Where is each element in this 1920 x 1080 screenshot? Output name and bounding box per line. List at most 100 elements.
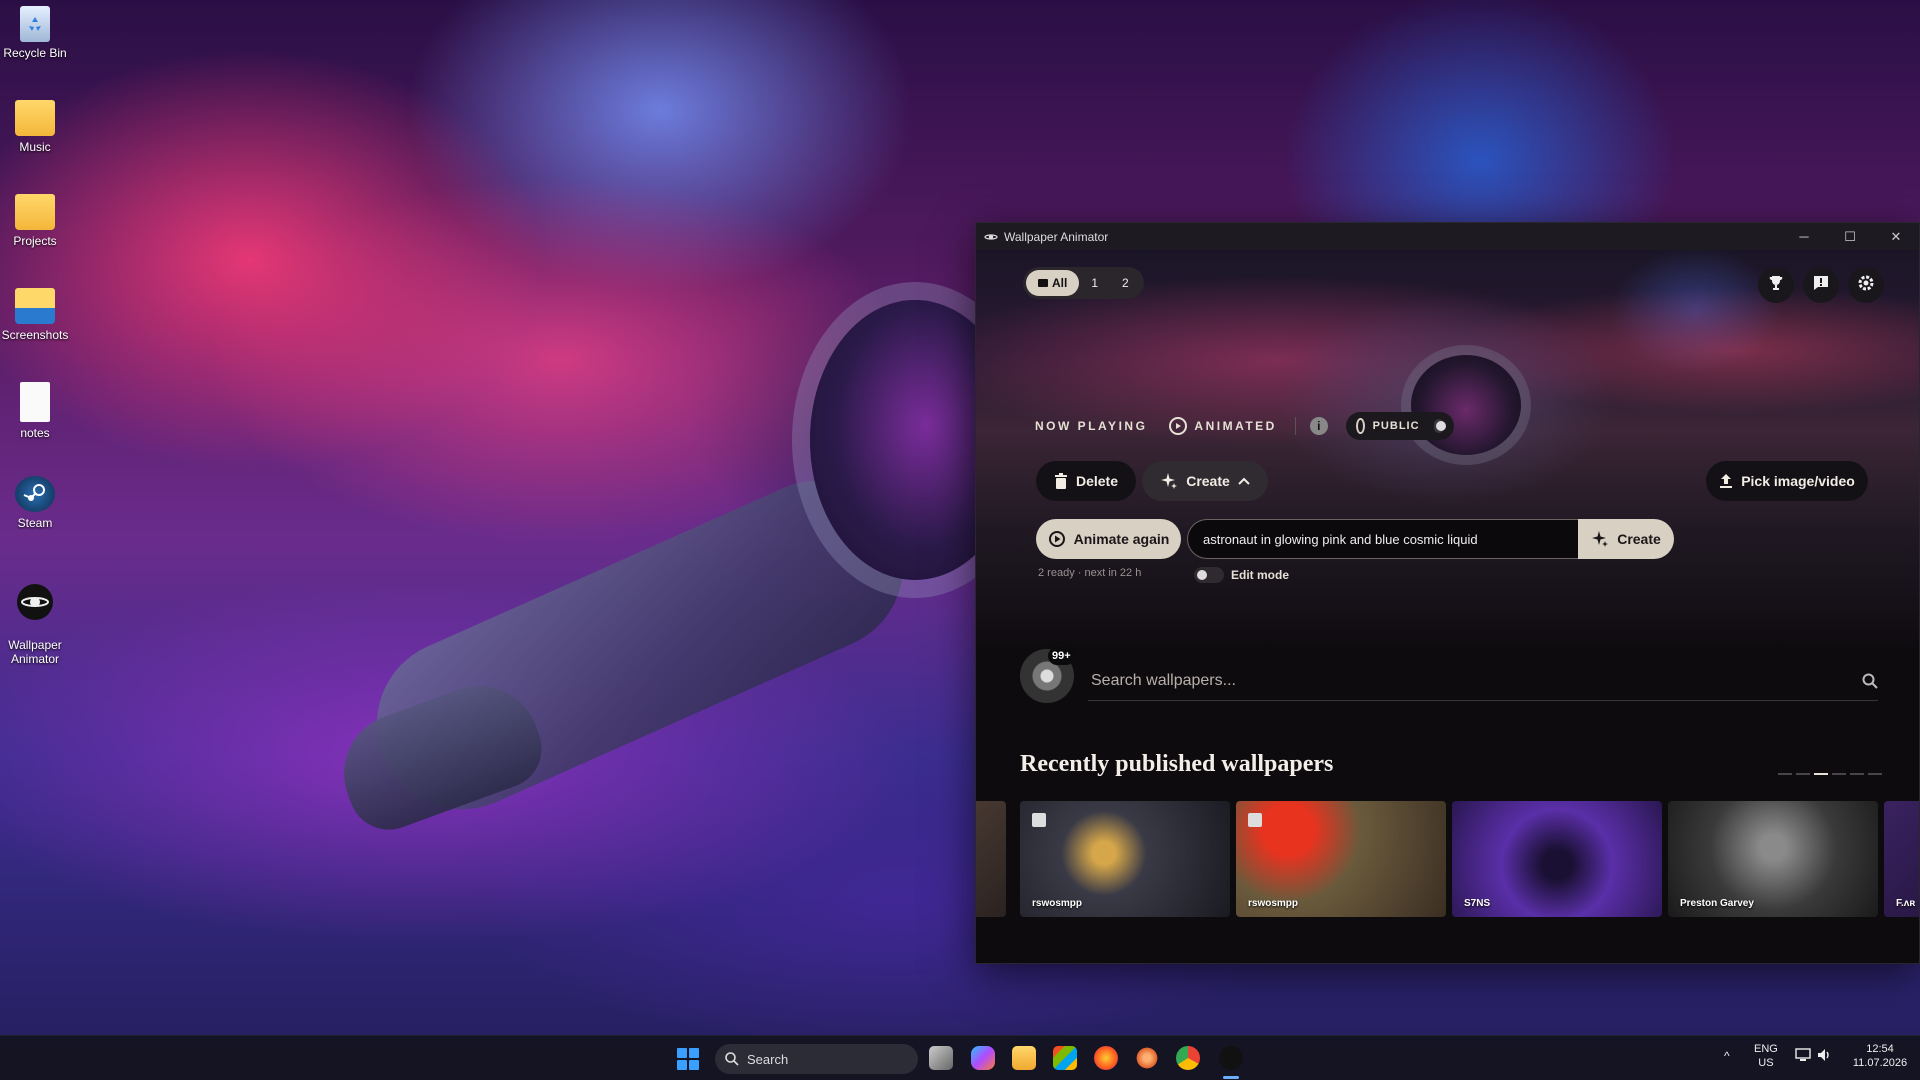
carousel-pager (1778, 773, 1882, 775)
animated-indicator: ANIMATED (1169, 417, 1276, 435)
wallpaper-animator-window: Wallpaper Animator ─ ☐ ✕ All 1 2 NOW PLA… (975, 222, 1920, 964)
taskbar-search[interactable]: Search (715, 1044, 918, 1074)
preview-astronaut-helmet (1411, 355, 1521, 455)
search-input[interactable] (1088, 671, 1848, 690)
chevron-up-icon (1238, 477, 1250, 485)
desktop-icon-recycle-bin[interactable]: Recycle Bin (0, 6, 70, 60)
folder-icon (15, 100, 55, 136)
wallpaper-thumbnail[interactable]: S7NS (1452, 801, 1662, 917)
now-playing-row: NOW PLAYING ANIMATED i PUBLIC (1035, 412, 1454, 440)
language-top: ENG (1754, 1043, 1778, 1055)
wallpaper-carousel: rswosmpp rswosmpp S7NS Preston Garvey F.… (976, 801, 1919, 919)
wallpaper-thumbnail[interactable]: F.ʌʀ (1884, 801, 1919, 917)
windows-logo-icon (677, 1048, 687, 1058)
copilot-icon[interactable] (971, 1046, 995, 1070)
pager-dot[interactable] (1832, 773, 1846, 775)
desktop-icon-label: Recycle Bin (3, 46, 67, 60)
language-bottom: US (1758, 1057, 1774, 1069)
create-menu-button[interactable]: Create (1142, 461, 1268, 501)
network-icon[interactable] (1795, 1048, 1811, 1066)
trash-icon (1054, 473, 1068, 489)
prompt-create-label: Create (1617, 531, 1661, 547)
section-title: Recently published wallpapers (1020, 751, 1334, 777)
desktop-icon-label: Wallpaper Animator (8, 638, 62, 666)
now-playing-label: NOW PLAYING (1035, 419, 1148, 433)
start-button[interactable] (677, 1048, 699, 1070)
window-title: Wallpaper Animator (1004, 229, 1109, 244)
steam-icon (15, 476, 55, 512)
trophy-icon (1767, 274, 1785, 297)
edit-mode-toggle[interactable] (1194, 567, 1224, 583)
wallpaper-thumbnail[interactable]: Preston Garvey (1668, 801, 1878, 917)
notification-badge: 99+ (1048, 647, 1075, 665)
wallpaper-animator-taskbar-icon[interactable] (1219, 1046, 1243, 1070)
monitor-option-label: All (1052, 276, 1068, 290)
prompt-input[interactable]: astronaut in glowing pink and blue cosmi… (1187, 519, 1578, 559)
pager-dot[interactable] (1850, 773, 1864, 775)
monitor-option-all[interactable]: All (1026, 270, 1080, 296)
desktop-icon-notes[interactable]: notes (0, 382, 70, 440)
delete-button[interactable]: Delete (1036, 461, 1136, 501)
wallpaper-author: rswosmpp (1248, 898, 1299, 909)
monitor-option-1[interactable]: 1 (1079, 270, 1110, 296)
sparkle-icon (1160, 472, 1178, 490)
title-bar[interactable]: Wallpaper Animator ─ ☐ ✕ (976, 223, 1919, 250)
close-button[interactable]: ✕ (1873, 223, 1919, 250)
settings-button[interactable] (1848, 267, 1884, 303)
globe-icon (1355, 418, 1365, 434)
animate-again-button[interactable]: Animate again (1036, 519, 1181, 559)
divider (1294, 417, 1296, 435)
clock[interactable]: 12:54 11.07.2026 (1845, 1042, 1915, 1070)
pick-label: Pick image/video (1741, 473, 1855, 489)
clock-time: 12:54 (1866, 1043, 1894, 1055)
desktop-icon-steam[interactable]: Steam (0, 476, 70, 530)
prompt-create-button[interactable]: Create (1578, 519, 1674, 559)
monitor-selector: All 1 2 (1023, 267, 1144, 299)
folder-icon (15, 194, 55, 230)
create-label: Create (1186, 473, 1230, 489)
edit-mode-label: Edit mode (1231, 568, 1290, 582)
taskbar: Search ^ ENG US 12:54 11.07.2026 (0, 1035, 1920, 1080)
search-icon[interactable] (1848, 673, 1878, 689)
volume-icon[interactable] (1817, 1048, 1833, 1066)
info-icon[interactable]: i (1309, 417, 1328, 435)
language-indicator[interactable]: ENG US (1754, 1042, 1778, 1070)
chevron-up-icon[interactable]: ^ (1724, 1049, 1730, 1063)
search-icon (725, 1052, 739, 1066)
wallpaper-author: rswosmpp (1032, 898, 1083, 909)
desktop-icon-projects[interactable]: Projects (0, 194, 70, 248)
wallpaper-thumbnail[interactable]: rswosmpp (1236, 801, 1446, 917)
pager-dot[interactable] (1868, 773, 1882, 775)
top-right-actions (1758, 267, 1884, 303)
file-explorer-icon[interactable] (1012, 1046, 1036, 1070)
pager-dot-active[interactable] (1814, 773, 1828, 775)
wallpaper-thumbnail[interactable] (976, 801, 1006, 917)
feedback-button[interactable] (1803, 267, 1839, 303)
desktop-icon-music[interactable]: Music (0, 100, 70, 154)
desktop-icon-screenshots[interactable]: Screenshots (0, 288, 70, 342)
now-playing-preview (976, 250, 1919, 650)
monitor-icon (1038, 279, 1048, 287)
chrome-icon[interactable] (1176, 1046, 1200, 1070)
pick-image-video-button[interactable]: Pick image/video (1706, 461, 1868, 501)
burst-app-icon[interactable] (1135, 1046, 1159, 1070)
firefox-icon[interactable] (1094, 1046, 1118, 1070)
public-toggle-pill[interactable]: PUBLIC (1345, 412, 1454, 440)
public-toggle[interactable] (1433, 419, 1446, 433)
search-bar (1088, 661, 1878, 701)
desktop-icon-label: Screenshots (1, 328, 69, 342)
desktop-icon-wallpaper-animator[interactable]: Wallpaper Animator (0, 570, 70, 666)
task-view-icon[interactable] (929, 1046, 953, 1070)
pager-dot[interactable] (1796, 773, 1810, 775)
minimize-button[interactable]: ─ (1781, 223, 1827, 250)
store-icon[interactable] (1053, 1046, 1077, 1070)
active-app-indicator (1223, 1076, 1239, 1079)
wallpaper-author: S7NS (1464, 898, 1491, 909)
pager-dot[interactable] (1778, 773, 1792, 775)
maximize-button[interactable]: ☐ (1827, 223, 1873, 250)
wallpaper-thumbnail[interactable]: rswosmpp (1020, 801, 1230, 917)
clock-date: 11.07.2026 (1852, 1057, 1908, 1069)
monitor-option-2[interactable]: 2 (1110, 270, 1141, 296)
taskbar-search-label: Search (747, 1051, 789, 1067)
trophy-button[interactable] (1758, 267, 1794, 303)
